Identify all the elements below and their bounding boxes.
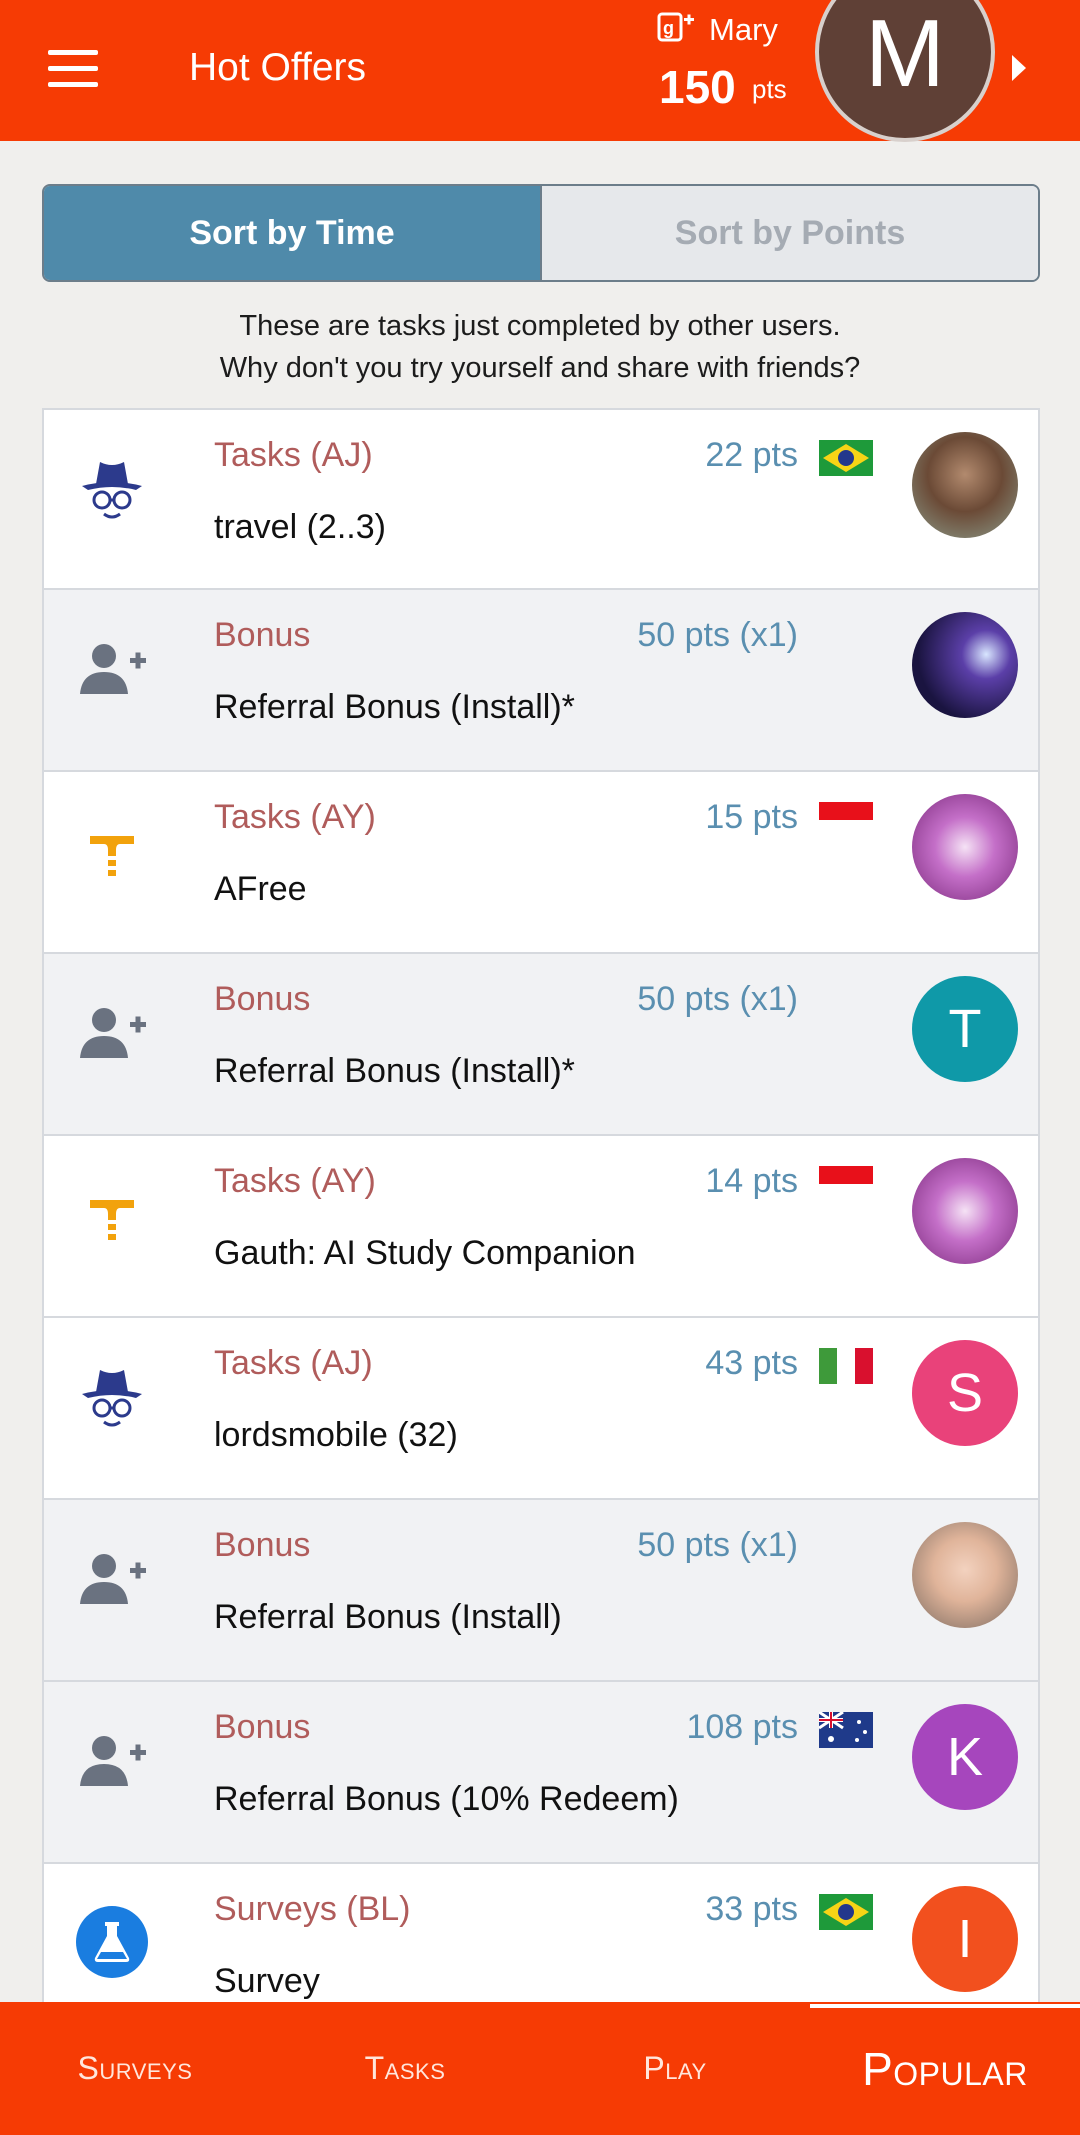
brazil-flag-icon — [819, 440, 873, 476]
svg-text:g: g — [663, 18, 674, 38]
row-category: Bonus — [214, 980, 311, 1018]
add-user-icon — [80, 644, 146, 694]
list-item[interactable]: Bonus 50 pts (x1) Referral Bonus (Instal… — [42, 590, 1040, 772]
intro-line-1: These are tasks just completed by other … — [239, 310, 841, 342]
avatar: S — [912, 1340, 1018, 1446]
ayet-icon — [90, 836, 134, 876]
points-unit: pts — [752, 74, 787, 104]
row-points: 50 pts (x1) — [637, 1526, 798, 1564]
menu-icon[interactable] — [48, 50, 98, 88]
row-points: 14 pts — [705, 1162, 798, 1200]
tab-popular[interactable]: Popular — [810, 2002, 1080, 2135]
offer-list: Tasks (AJ) 22 pts travel (2..3) Bonus 50… — [42, 408, 1040, 2046]
spy-icon — [82, 1370, 142, 1427]
row-category: Bonus — [214, 1708, 311, 1746]
avatar — [912, 1158, 1018, 1264]
avatar — [912, 432, 1018, 538]
row-points: 15 pts — [705, 798, 798, 836]
add-user-icon — [80, 1554, 146, 1604]
avatar: K — [912, 1704, 1018, 1810]
row-points: 108 pts — [686, 1708, 798, 1746]
sort-by-time-button[interactable]: Sort by Time — [44, 186, 540, 280]
row-title: travel (2..3) — [214, 508, 386, 546]
sort-toggle: Sort by Time Sort by Points — [42, 184, 1040, 282]
row-title: Referral Bonus (Install)* — [214, 688, 575, 726]
flask-icon — [76, 1906, 148, 1978]
bottom-nav: Surveys Tasks Play Popular — [0, 2002, 1080, 2135]
row-points: 22 pts — [705, 436, 798, 474]
active-tab-indicator — [810, 2004, 1080, 2008]
list-item[interactable]: Tasks (AY) 15 pts AFree — [42, 772, 1040, 954]
user-avatar[interactable]: M — [815, 0, 995, 142]
indonesia-flag-icon — [819, 1166, 873, 1202]
row-title: Referral Bonus (Install) — [214, 1598, 562, 1636]
row-points: 43 pts — [705, 1344, 798, 1382]
row-category: Bonus — [214, 616, 311, 654]
row-category: Tasks (AY) — [214, 798, 376, 836]
sort-by-points-button[interactable]: Sort by Points — [540, 186, 1038, 280]
row-points: 50 pts (x1) — [637, 980, 798, 1018]
page-title: Hot Offers — [189, 46, 367, 89]
row-category: Tasks (AJ) — [214, 436, 373, 474]
row-category: Tasks (AJ) — [214, 1344, 373, 1382]
list-item[interactable]: Bonus 108 pts Referral Bonus (10% Redeem… — [42, 1682, 1040, 1864]
intro-text: These are tasks just completed by other … — [0, 305, 1080, 389]
row-title: Referral Bonus (Install)* — [214, 1052, 575, 1090]
row-category: Tasks (AY) — [214, 1162, 376, 1200]
row-title: AFree — [214, 870, 307, 908]
tab-tasks[interactable]: Tasks — [270, 2002, 540, 2135]
indonesia-flag-icon — [819, 802, 873, 838]
italy-flag-icon — [819, 1348, 873, 1384]
avatar — [912, 794, 1018, 900]
list-item[interactable]: Tasks (AY) 14 pts Gauth: AI Study Compan… — [42, 1136, 1040, 1318]
avatar: T — [912, 976, 1018, 1082]
australia-flag-icon — [819, 1712, 873, 1748]
brazil-flag-icon — [819, 1894, 873, 1930]
ayet-icon — [90, 1200, 134, 1240]
row-category: Bonus — [214, 1526, 311, 1564]
tab-surveys[interactable]: Surveys — [0, 2002, 270, 2135]
intro-line-2: Why don't you try yourself and share wit… — [219, 352, 861, 384]
list-item[interactable]: Bonus 50 pts (x1) Referral Bonus (Instal… — [42, 954, 1040, 1136]
list-item[interactable]: Bonus 50 pts (x1) Referral Bonus (Instal… — [42, 1500, 1040, 1682]
chevron-right-icon[interactable] — [1012, 55, 1026, 81]
row-title: Survey — [214, 1962, 320, 2000]
list-item[interactable]: Tasks (AJ) 22 pts travel (2..3) — [42, 408, 1040, 590]
avatar: I — [912, 1886, 1018, 1992]
google-plus-icon: g — [657, 12, 694, 42]
app-header: Hot Offers g Mary 150 pts M — [0, 0, 1080, 142]
row-points: 50 pts (x1) — [637, 616, 798, 654]
add-user-icon — [80, 1008, 146, 1058]
row-title: Gauth: AI Study Companion — [214, 1234, 636, 1272]
avatar — [912, 1522, 1018, 1628]
user-name: Mary — [709, 12, 778, 47]
avatar — [912, 612, 1018, 718]
row-points: 33 pts — [705, 1890, 798, 1928]
add-user-icon — [80, 1736, 146, 1786]
row-category: Surveys (BL) — [214, 1890, 411, 1928]
list-item[interactable]: Tasks (AJ) 43 pts lordsmobile (32) S — [42, 1318, 1040, 1500]
tab-play[interactable]: Play — [540, 2002, 810, 2135]
row-title: lordsmobile (32) — [214, 1416, 458, 1454]
row-title: Referral Bonus (10% Redeem) — [214, 1780, 679, 1818]
user-points: 150 — [659, 61, 736, 113]
spy-icon — [82, 462, 142, 519]
